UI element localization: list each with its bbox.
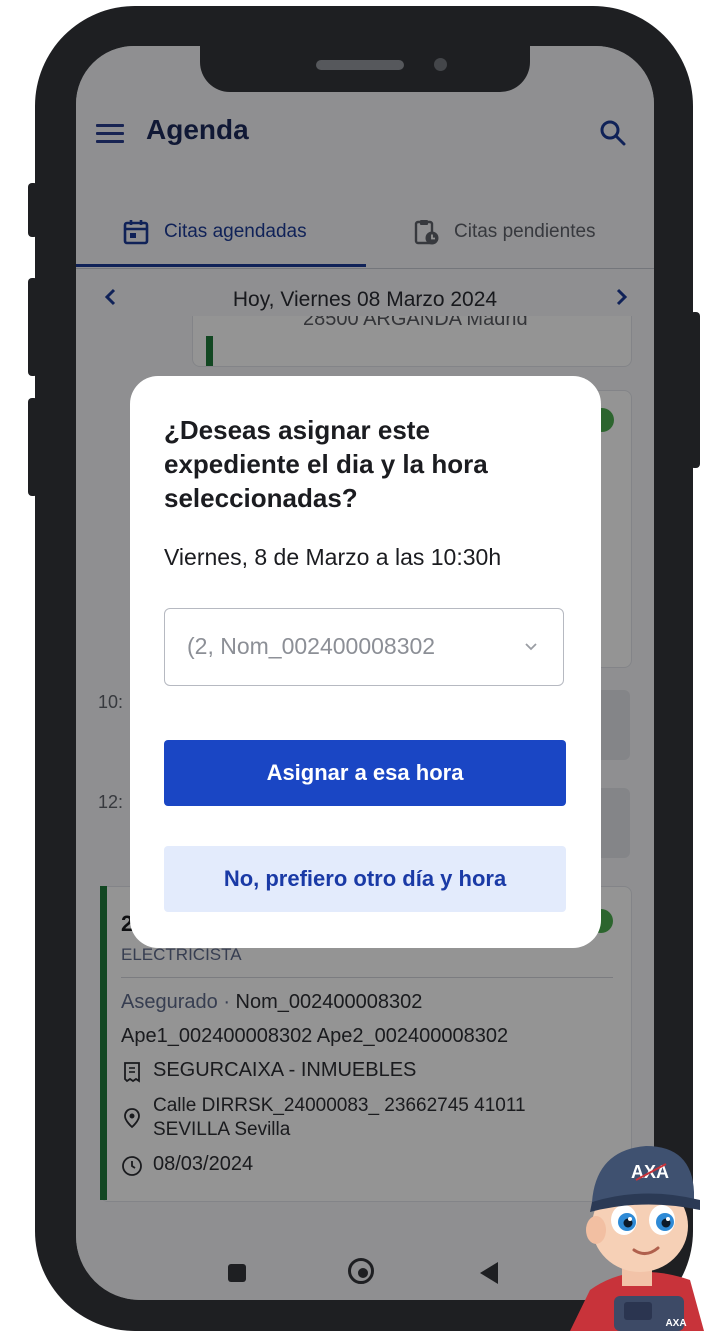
axa-mascot-illustration: AXA AXA: [570, 1146, 704, 1331]
assign-dialog: ¿Deseas asignar este expediente el dia y…: [130, 376, 601, 948]
back-button[interactable]: [480, 1262, 498, 1284]
home-button-dot: [358, 1268, 368, 1278]
dialog-title: ¿Deseas asignar este expediente el dia y…: [164, 415, 488, 513]
phone-notch: [200, 46, 530, 92]
phone-camera: [434, 58, 447, 71]
choose-other-time-button[interactable]: No, prefiero otro día y hora: [164, 846, 566, 912]
select-value: (2, Nom_002400008302: [187, 633, 436, 659]
expediente-select[interactable]: (2, Nom_002400008302: [164, 608, 564, 686]
recent-apps-button[interactable]: [228, 1264, 246, 1282]
dialog-subtitle: Viernes, 8 de Marzo a las 10:30h: [164, 544, 502, 570]
phone-speaker: [316, 60, 404, 70]
chevron-down-icon: [525, 643, 537, 651]
home-button[interactable]: [348, 1258, 374, 1284]
assign-button[interactable]: Asignar a esa hora: [164, 740, 566, 806]
phone-screen: Agenda Citas agendadas Citas pendientes …: [76, 46, 654, 1300]
overall-badge-text: AXA: [665, 1318, 686, 1329]
